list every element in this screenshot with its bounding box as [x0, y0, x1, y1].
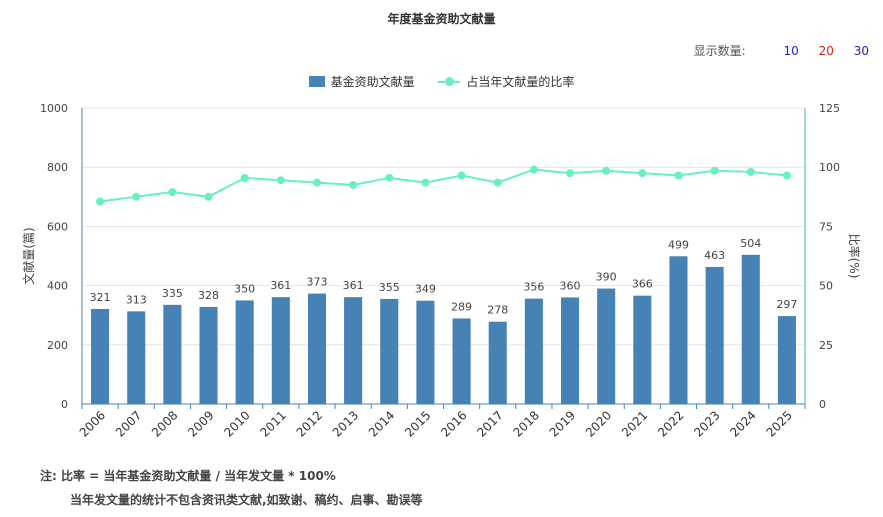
ratio-line [99, 168, 788, 203]
bar-value-label: 361 [270, 279, 291, 292]
bar-value-label: 289 [451, 300, 472, 313]
ratio-point [204, 192, 213, 201]
x-tick-label: 2010 [221, 408, 252, 439]
bar-value-label: 313 [126, 293, 147, 306]
ratio-point [96, 197, 105, 206]
bar-value-label: 504 [740, 237, 761, 250]
x-tick-label: 2022 [655, 408, 686, 439]
bar-value-label: 335 [162, 287, 183, 300]
x-tick-label: 2016 [438, 408, 469, 439]
x-tick-label: 2023 [691, 408, 722, 439]
x-tick-label: 2019 [547, 408, 578, 439]
bar-value-label: 328 [198, 289, 219, 302]
combo-chart: 0 200 400 600 800 1000 0 25 50 75 100 125 文献量(篇) 比率(%… [21, 102, 862, 440]
x-tick-label: 2017 [474, 408, 505, 439]
y2-tick-label: 100 [819, 161, 840, 174]
y-tick-label: 200 [47, 339, 68, 352]
y2-tick-label: 50 [819, 280, 833, 293]
bar [488, 321, 507, 404]
bar-value-label: 463 [704, 249, 725, 262]
x-tick-label: 2009 [185, 408, 216, 439]
bar [307, 293, 327, 404]
y2-axis-label: 比率(%) [847, 234, 862, 279]
x-tick-label: 2018 [510, 408, 541, 439]
bar [271, 297, 290, 404]
ratio-point [566, 169, 575, 178]
ratio-point [710, 166, 719, 175]
ratio-point [132, 192, 141, 201]
x-tick-label: 2024 [727, 408, 758, 439]
bar [597, 288, 616, 404]
y-tick-label: 0 [61, 398, 68, 411]
ratio-point [746, 167, 755, 176]
bar [344, 297, 363, 404]
y2-tick-label: 75 [819, 220, 833, 233]
x-tick-label: 2012 [294, 408, 325, 439]
bar [777, 316, 796, 404]
y-tick-label: 400 [47, 280, 68, 293]
note-line-1: 注: 比率 = 当年基金资助文献量 / 当年发文量 * 100% [40, 469, 336, 483]
bar [127, 311, 146, 404]
chart-notes: 注: 比率 = 当年基金资助文献量 / 当年发文量 * 100% 当年发文量的统… [40, 464, 423, 512]
bar [91, 308, 110, 404]
ratio-point [276, 176, 285, 185]
x-tick-label: 2011 [257, 408, 288, 439]
x-tick-label: 2013 [330, 408, 361, 439]
bar-value-label: 278 [487, 304, 508, 317]
bar-value-label: 321 [90, 291, 111, 304]
bar-value-label: 360 [560, 279, 581, 292]
bar-value-label: 297 [776, 298, 797, 311]
ratio-point [529, 165, 538, 174]
bar-value-label: 355 [379, 281, 400, 294]
y-tick-label: 800 [47, 161, 68, 174]
x-tick-label: 2020 [583, 408, 614, 439]
bar-value-label: 366 [632, 278, 653, 291]
x-tick-label: 2021 [619, 408, 650, 439]
ratio-point [493, 178, 502, 187]
ratio-point [674, 171, 683, 180]
bar [199, 306, 218, 404]
x-tick-label: 2007 [113, 408, 144, 439]
note-line-2: 当年发文量的统计不包含资讯类文献,如致谢、稿约、启事、勘误等 [70, 493, 423, 507]
y-axis-label: 文献量(篇) [21, 227, 36, 284]
ratio-point [638, 169, 647, 178]
ratio-point [421, 178, 430, 187]
bar [705, 266, 724, 404]
x-tick-label: 2025 [764, 408, 795, 439]
bar [633, 295, 652, 404]
bar [416, 300, 435, 404]
x-tick-label: 2014 [366, 408, 397, 439]
y-tick-label: 1000 [40, 102, 68, 115]
ratio-point [457, 171, 466, 180]
ratio-point [385, 173, 394, 182]
bar [560, 297, 580, 404]
y-tick-label: 600 [47, 220, 68, 233]
bar [669, 256, 688, 404]
ratio-point [349, 180, 358, 189]
bar-value-label: 349 [415, 283, 436, 296]
bar [524, 298, 543, 404]
bar-value-label: 499 [668, 238, 689, 251]
ratio-point [602, 166, 611, 175]
x-tick-label: 2008 [149, 408, 180, 439]
x-tick-label: 2015 [402, 408, 433, 439]
ratio-point [312, 178, 321, 187]
bar [741, 254, 760, 404]
ratio-point [782, 171, 791, 180]
bar [380, 298, 399, 404]
bar-value-label: 350 [234, 282, 255, 295]
bar [235, 300, 254, 404]
ratio-point [168, 188, 177, 197]
bar [452, 318, 471, 404]
ratio-point [240, 173, 249, 182]
x-tick-label: 2006 [77, 408, 108, 439]
bar-value-label: 356 [523, 281, 544, 294]
y2-tick-label: 125 [819, 102, 840, 115]
y2-tick-label: 0 [819, 398, 826, 411]
y2-tick-label: 25 [819, 339, 833, 352]
bar-value-label: 390 [596, 271, 617, 284]
bar-value-label: 373 [306, 276, 327, 289]
bar-value-label: 361 [343, 279, 364, 292]
bar [163, 304, 182, 404]
